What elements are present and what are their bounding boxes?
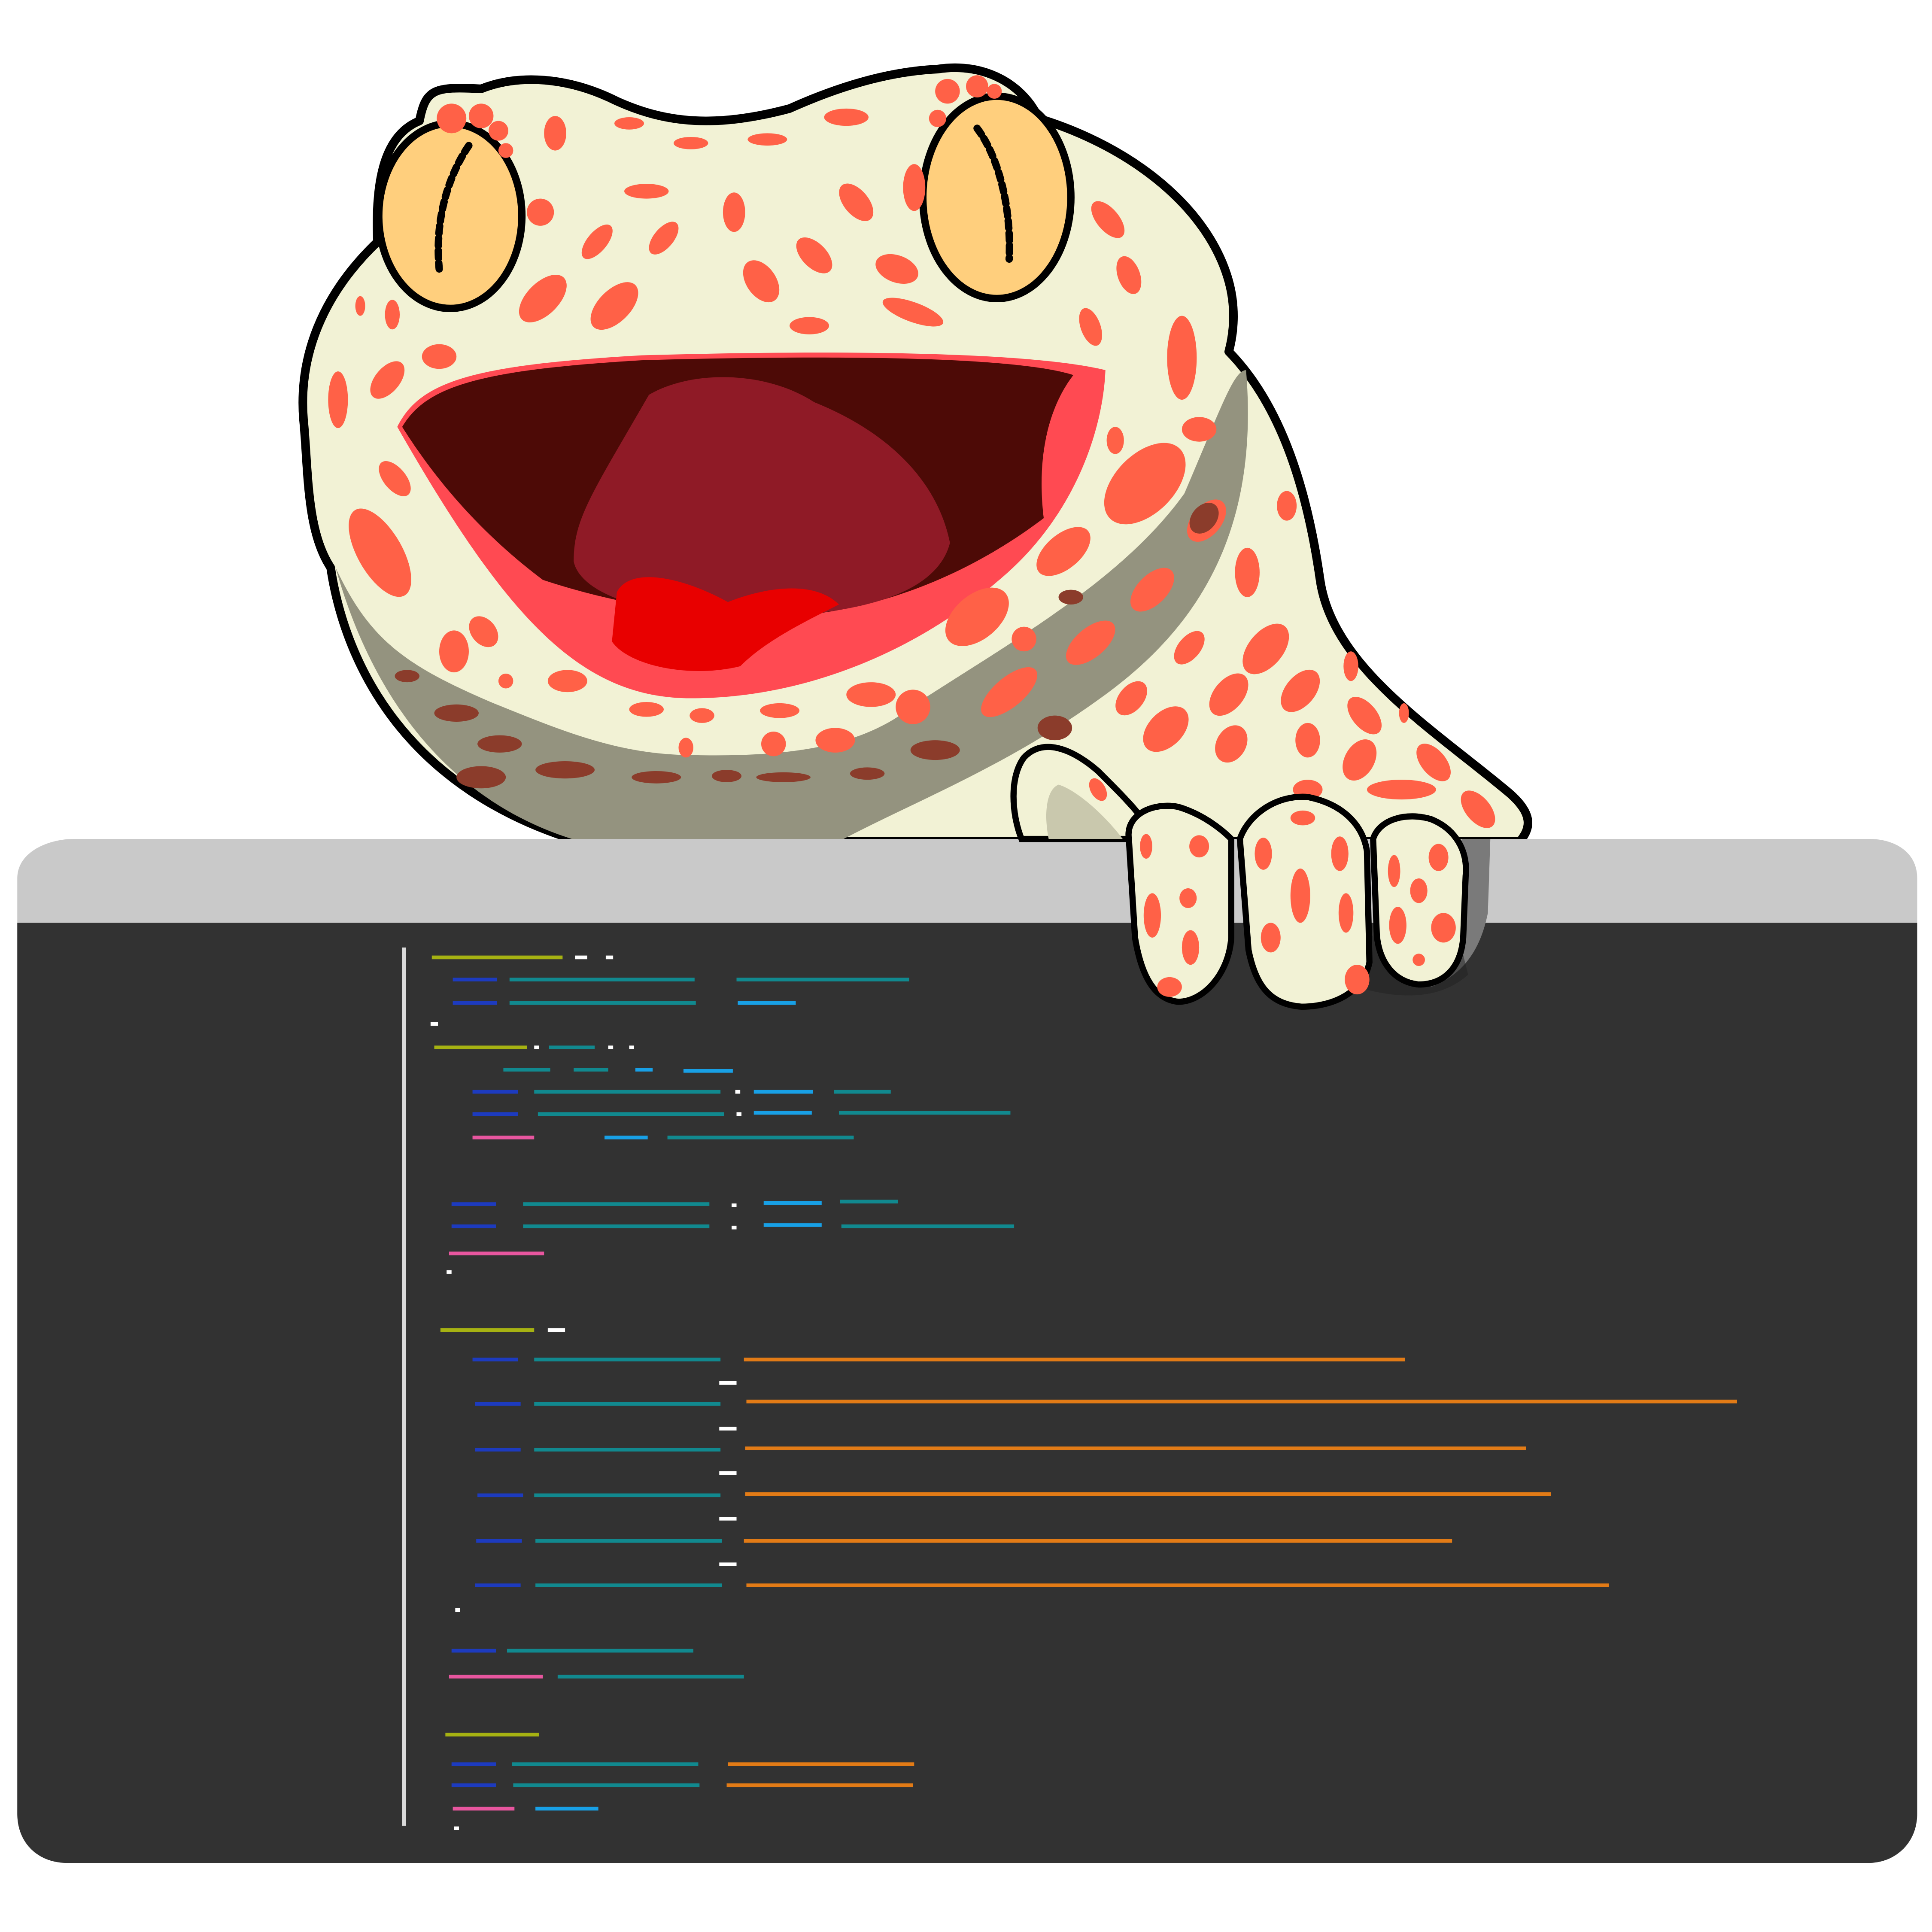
editor-body[interactable] — [17, 923, 1917, 1863]
gecko-head — [298, 63, 1532, 846]
illustration-canvas — [17, 63, 1917, 1863]
window-titlebar[interactable] — [17, 839, 1917, 923]
gecko-right-eye — [919, 92, 1075, 303]
code-editor-window — [17, 839, 1917, 1863]
editor-gutter-line — [402, 947, 406, 1826]
